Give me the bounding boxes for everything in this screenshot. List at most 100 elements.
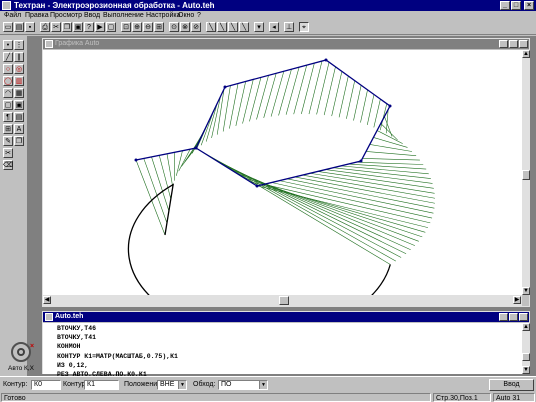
menu-window[interactable]: Окно — [178, 11, 194, 20]
scroll-down-icon[interactable]: ▼ — [522, 366, 530, 374]
enter-button[interactable]: Ввод — [489, 379, 534, 391]
line-tool-3-icon[interactable]: ╲ — [228, 22, 238, 32]
app-icon[interactable] — [2, 1, 11, 10]
open-file-icon[interactable]: ▤ — [14, 22, 24, 32]
text-minimize-button[interactable] — [499, 313, 508, 321]
array-tool-icon[interactable]: ⊞ — [3, 124, 13, 134]
box-tool-icon[interactable]: ▥ — [14, 76, 24, 86]
text-scroll-thumb[interactable] — [522, 353, 530, 361]
text-tool-icon[interactable]: ¶ — [3, 112, 13, 122]
dimension-icon[interactable]: ⊥ — [284, 22, 294, 32]
text-close-button[interactable] — [519, 313, 528, 321]
program-editor[interactable]: ВТОЧКУ,Т46 ВТОЧКУ,Т41 КОНМОН КОНТУР К1=МАТР… — [43, 323, 522, 378]
circle-tool-icon[interactable]: ○ — [3, 64, 13, 74]
ruled-line — [356, 161, 424, 165]
new-file-icon[interactable]: ▭ — [3, 22, 13, 32]
menu-file[interactable]: Файл — [4, 11, 21, 20]
zoom-extents-icon[interactable]: ⊞ — [154, 22, 164, 32]
ruled-line — [380, 123, 398, 141]
graph-horizontal-scrollbar[interactable]: ◀ ▶ — [43, 295, 522, 306]
scroll-up-icon[interactable]: ▲ — [522, 50, 530, 58]
window-icon[interactable]: ▢ — [106, 22, 116, 32]
scroll-up-icon[interactable]: ▲ — [522, 323, 530, 331]
close-button[interactable]: × — [524, 1, 534, 10]
graphics-window-titlebar[interactable]: Графика Auto — [43, 39, 529, 49]
copy-icon[interactable]: ❐ — [62, 22, 72, 32]
letter-a-icon[interactable]: A — [14, 124, 24, 134]
scroll-right-icon[interactable]: ▶ — [513, 296, 521, 304]
shape-tool-icon[interactable]: ▢ — [3, 100, 13, 110]
help-icon[interactable]: ? — [84, 22, 94, 32]
parallel-tool-icon[interactable]: ∥ — [14, 52, 24, 62]
scroll-left-icon[interactable]: ◀ — [43, 296, 51, 304]
contour-value: К0 — [34, 381, 42, 388]
graph-vertical-scrollbar[interactable]: ▲ ▼ — [522, 50, 530, 295]
scroll-down-icon[interactable]: ▼ — [522, 287, 530, 295]
ruled-line — [209, 156, 402, 258]
line-tool-icon[interactable]: ╱ — [3, 52, 13, 62]
ruled-line — [308, 60, 323, 115]
window-menu-icon[interactable] — [45, 40, 53, 48]
contour-tool-icon[interactable]: ◯ — [3, 76, 13, 86]
chevron-down-icon[interactable]: ▼ — [178, 381, 186, 389]
point-icon[interactable]: ▾ — [254, 22, 264, 32]
graph-maximize-button[interactable] — [509, 40, 518, 48]
paste-icon[interactable]: ▣ — [73, 22, 83, 32]
zoom-in-icon[interactable]: ⊕ — [132, 22, 142, 32]
horizontal-scroll-thumb[interactable] — [279, 296, 289, 305]
line-tool-2-icon[interactable]: ╲ — [217, 22, 227, 32]
text-vertical-scrollbar[interactable]: ▲ ▼ — [522, 323, 530, 374]
position-select[interactable]: ВНЕ ▼ — [157, 380, 187, 390]
point-tool-icon[interactable]: • — [3, 40, 13, 50]
table-tool-icon[interactable]: ▦ — [14, 88, 24, 98]
line-tool-icon[interactable]: ╲ — [206, 22, 216, 32]
menu-settings[interactable]: Настройка — [146, 11, 180, 20]
window-menu-icon[interactable] — [45, 313, 53, 321]
run-icon[interactable]: ▶ — [95, 22, 105, 32]
minimize-button[interactable]: _ — [500, 1, 510, 10]
region-tool-icon[interactable]: ▣ — [14, 100, 24, 110]
chevron-down-icon[interactable]: ▼ — [259, 381, 267, 389]
graphics-canvas[interactable] — [43, 50, 522, 336]
ruled-line — [256, 75, 269, 120]
bypass-select[interactable]: ПО ▼ — [218, 380, 268, 390]
text-maximize-button[interactable] — [509, 313, 518, 321]
arc-tool-icon[interactable]: ◠ — [3, 88, 13, 98]
zoom-real-icon[interactable]: ⊘ — [191, 22, 201, 32]
cut-icon[interactable]: ✂ — [51, 22, 61, 32]
line-tool-4-icon[interactable]: ╲ — [239, 22, 249, 32]
contour-field[interactable]: К0 — [31, 380, 61, 390]
zoom-out-icon[interactable]: ⊖ — [143, 22, 153, 32]
status-message: Готово — [1, 393, 431, 402]
menu-help[interactable]: ? — [197, 11, 201, 20]
grid-tool-icon[interactable]: ⋮ — [14, 40, 24, 50]
zoom-window-icon[interactable]: ⊡ — [121, 22, 131, 32]
graph-close-button[interactable] — [519, 40, 528, 48]
group-tool-icon[interactable]: ▤ — [14, 112, 24, 122]
copy-tool-icon[interactable]: ❐ — [14, 136, 24, 146]
menu-edit[interactable]: Правка — [25, 11, 49, 20]
zoom-all-icon[interactable]: ⊗ — [180, 22, 190, 32]
delete-tool-icon[interactable]: ⌫ — [3, 160, 13, 170]
measure-icon[interactable]: ◂ — [269, 22, 279, 32]
ruled-line — [249, 77, 262, 122]
contour2-field[interactable]: К1 — [84, 380, 119, 390]
contour-vertex — [324, 58, 328, 62]
save-icon[interactable]: ▪ — [25, 22, 35, 32]
menu-run[interactable]: Выполнение — [103, 11, 144, 20]
edit-tool-icon[interactable]: ✎ — [3, 136, 13, 146]
print-icon[interactable]: ⎙ — [40, 22, 50, 32]
text-window-titlebar[interactable]: Auto.teh — [43, 312, 529, 322]
circle-fill-icon[interactable]: ◎ — [14, 64, 24, 74]
auto-mode-badge[interactable]: × Авто К,Х — [2, 341, 40, 375]
contour-vertex — [223, 85, 227, 89]
menu-input[interactable]: Ввод — [84, 11, 100, 20]
axes-icon[interactable]: ⌖ — [299, 22, 309, 32]
vertical-scroll-thumb[interactable] — [522, 170, 530, 180]
maximize-button[interactable]: □ — [511, 1, 521, 10]
zoom-previous-icon[interactable]: ⊙ — [169, 22, 179, 32]
graph-minimize-button[interactable] — [499, 40, 508, 48]
menu-view[interactable]: Просмотр — [50, 11, 82, 20]
app-title: Техтран - Электроэрозионная обработка - … — [14, 1, 215, 10]
cut-tool-icon[interactable]: ✂ — [3, 148, 13, 158]
